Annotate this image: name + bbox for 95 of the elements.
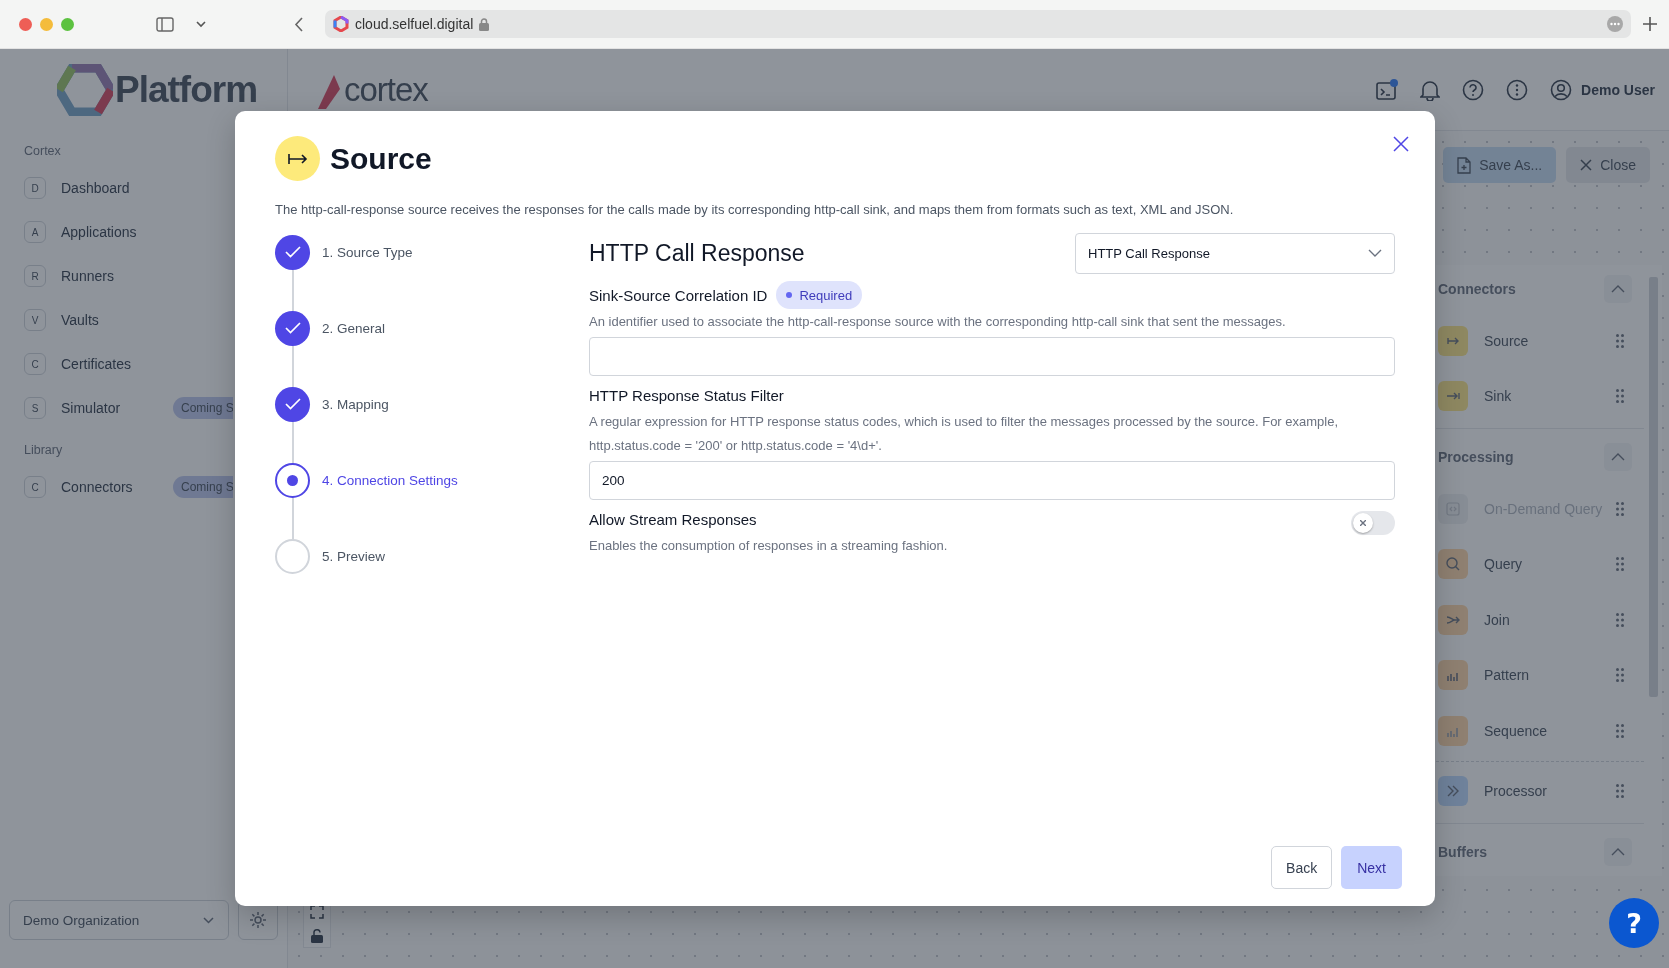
collapse-button[interactable] (1604, 274, 1632, 303)
step-label[interactable]: 3. Mapping (322, 396, 389, 412)
field-label: Sink-Source Correlation ID (589, 286, 768, 304)
sidebar-item[interactable]: V Vaults (0, 298, 211, 342)
chevron-up-icon (1611, 452, 1625, 461)
search-icon (1445, 556, 1461, 573)
more-icon[interactable] (1607, 16, 1623, 32)
sidebar-toggle-icon[interactable] (156, 16, 174, 32)
chevron-down-icon (203, 916, 214, 924)
section-title: Processing (1438, 448, 1514, 465)
collapse-button[interactable] (1604, 838, 1632, 867)
drag-handle-icon[interactable] (1616, 333, 1624, 348)
field-label: HTTP Response Status Filter (589, 386, 784, 404)
source-type-select[interactable]: HTTP Call Response (1075, 232, 1395, 274)
app-logo-text: Platform (115, 69, 258, 111)
triangle-logo-icon (318, 74, 342, 109)
palette-item[interactable]: Join (1436, 591, 1644, 648)
step-label[interactable]: 2. General (322, 320, 386, 336)
more-options-icon[interactable] (1506, 78, 1529, 101)
organization-select[interactable]: Demo Organization (9, 900, 229, 940)
fullscreen-icon[interactable] (310, 905, 324, 919)
section-title: Cortex (23, 143, 62, 160)
bell-icon[interactable] (1420, 78, 1441, 101)
chevron-up-icon (1611, 848, 1625, 857)
palette-item[interactable]: Query (1436, 536, 1644, 592)
letter-icon: D (24, 177, 46, 199)
close-window-icon[interactable] (19, 17, 32, 31)
x-icon (1360, 520, 1366, 526)
terminal-icon[interactable] (1376, 78, 1399, 101)
sidebar-item[interactable]: A Applications (0, 210, 211, 254)
dialog-title: Source (330, 141, 432, 176)
next-button[interactable]: Next (1341, 846, 1402, 889)
palette-item[interactable]: Processor (1436, 763, 1644, 820)
close-button[interactable]: Close (1566, 147, 1650, 183)
text-field[interactable]: 200 (589, 461, 1395, 500)
drag-handle-icon[interactable] (1616, 557, 1624, 572)
maximize-window-icon[interactable] (61, 17, 74, 31)
field-label: Allow Stream Responses (589, 510, 757, 528)
required-badge: Required (776, 281, 863, 309)
section-title: Library (23, 442, 64, 459)
letter-icon: A (24, 221, 46, 243)
letter-icon: S (24, 397, 46, 419)
sidebar-item[interactable]: C Certificates (0, 342, 211, 386)
save-as-button[interactable]: Save As... (1443, 147, 1557, 183)
chevron-down-icon[interactable] (196, 20, 206, 28)
letter-icon: C (24, 476, 46, 498)
dialog-description: The http-call-response source receives the responses for the calls made by its corresponding http-call sink, and maps them from formats such as text, XML and JSON. (275, 202, 1235, 217)
drag-handle-icon[interactable] (1616, 784, 1624, 799)
sidebar-item[interactable]: R Runners (0, 254, 211, 298)
lock-icon (479, 17, 490, 31)
help-icon[interactable] (1462, 78, 1485, 101)
drag-handle-icon[interactable] (1616, 389, 1624, 404)
close-icon[interactable] (1393, 136, 1409, 152)
step-label[interactable]: 4. Connection Settings (322, 472, 458, 488)
form-heading: HTTP Call Response (589, 239, 805, 267)
step-label[interactable]: 5. Preview (322, 548, 386, 564)
drag-handle-icon[interactable] (1616, 612, 1624, 627)
app-logo-text: cortex (344, 70, 428, 109)
step-label[interactable]: 1. Source Type (322, 244, 413, 260)
status-badge: Coming S (173, 476, 233, 498)
chevron-up-icon (1611, 284, 1625, 293)
toggle-switch[interactable] (1351, 511, 1395, 535)
status-badge: Coming S (173, 397, 233, 419)
palette-item[interactable]: Pattern (1436, 647, 1644, 704)
new-tab-icon[interactable] (1643, 17, 1657, 31)
unlock-icon[interactable] (311, 929, 323, 943)
address-bar[interactable]: cloud.selfuel.digital (325, 10, 1631, 38)
back-button[interactable]: Back (1271, 846, 1333, 889)
section-title: Connectors (1438, 280, 1516, 297)
site-logo-icon (333, 16, 349, 32)
user-avatar-icon (1550, 78, 1573, 101)
settings-icon (249, 911, 267, 929)
letter-icon: V (24, 309, 46, 331)
url-text: cloud.selfuel.digital (355, 16, 474, 32)
source-icon (275, 136, 320, 181)
collapse-button[interactable] (1604, 442, 1632, 471)
letter-icon: C (24, 353, 46, 375)
letter-icon: R (24, 265, 46, 287)
palette-item[interactable]: Sink (1436, 368, 1644, 424)
palette-item[interactable]: Source (1436, 312, 1644, 369)
new-file-icon (1457, 156, 1472, 174)
field-description: An identifier used to associate the http-call-response source with the corresponding http-call sink that sent the messages. (589, 313, 1287, 331)
palette-item[interactable]: Sequence (1436, 703, 1644, 759)
hexagon-logo-icon (57, 64, 113, 116)
minimize-window-icon[interactable] (40, 17, 53, 31)
sidebar-item[interactable]: D Dashboard (0, 166, 211, 210)
drag-handle-icon[interactable] (1616, 723, 1624, 738)
field-description: Enables the consumption of responses in a streaming fashion. (589, 537, 948, 555)
section-title: Buffers (1438, 844, 1487, 861)
text-field[interactable] (589, 337, 1395, 376)
drag-handle-icon[interactable] (1616, 668, 1624, 683)
user-menu[interactable]: Demo User (1550, 78, 1655, 101)
field-description: A regular expression for HTTP response status codes, which is used to filter the messages processed by the source. For example, http.status.code = '200' or http.status.code = '4\d+'. (589, 413, 1340, 455)
close-icon (1580, 159, 1593, 171)
chevron-down-icon (1368, 249, 1382, 257)
